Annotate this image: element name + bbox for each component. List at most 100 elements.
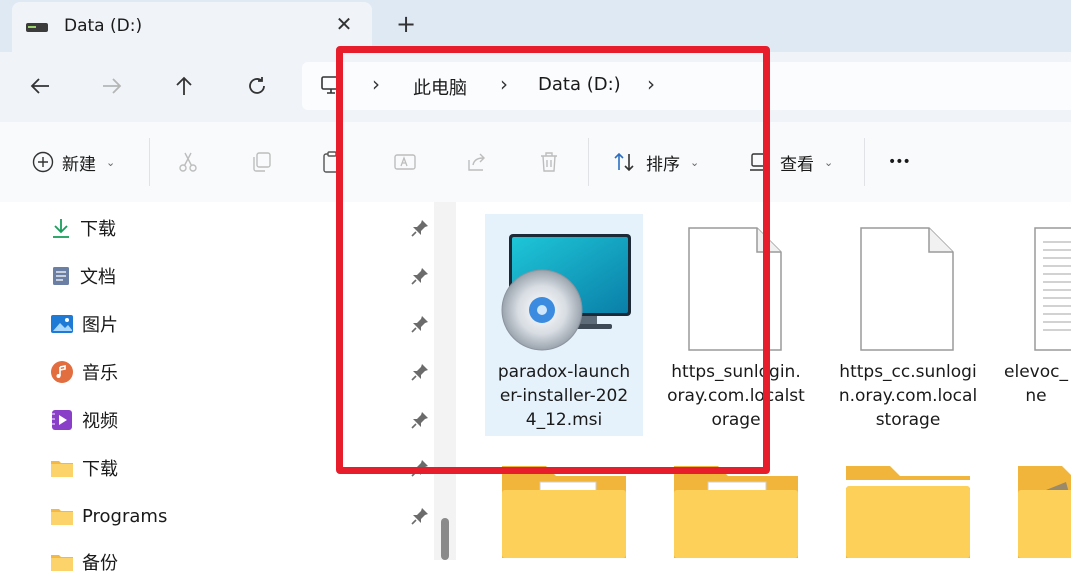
sort-button[interactable]: 排序 ⌄ xyxy=(612,144,699,180)
folder-icon xyxy=(51,509,73,525)
file-name-line: paradox-launch xyxy=(497,362,631,382)
sort-label: 排序 xyxy=(646,154,680,175)
view-icon xyxy=(750,153,770,171)
pin-icon[interactable] xyxy=(410,218,430,238)
chevron-down-icon: ⌄ xyxy=(824,155,834,169)
folder-icon[interactable] xyxy=(672,460,800,560)
new-tab-button[interactable]: + xyxy=(392,10,420,38)
new-button[interactable]: 新建 ⌄ xyxy=(32,144,115,180)
breadcrumb-separator[interactable]: › xyxy=(647,72,655,96)
sidebar-item-label: Programs xyxy=(82,505,168,527)
up-button[interactable] xyxy=(164,66,204,106)
cut-button[interactable] xyxy=(177,144,201,180)
drive-icon xyxy=(26,23,48,32)
this-pc-icon xyxy=(321,76,341,94)
breadcrumb-data-d[interactable]: Data (D:) xyxy=(538,74,621,95)
sidebar-item-label: 图片 xyxy=(82,315,118,336)
folder-icon xyxy=(51,461,73,477)
scrollbar-thumb[interactable] xyxy=(441,518,449,560)
sidebar-scrollbar[interactable] xyxy=(434,202,456,560)
breadcrumb-this-pc[interactable]: 此电脑 xyxy=(413,74,467,100)
new-label: 新建 xyxy=(62,154,96,175)
file-name-line: oray.com.localst xyxy=(667,386,805,406)
close-icon[interactable]: ✕ xyxy=(330,10,358,38)
pin-icon[interactable] xyxy=(410,362,430,382)
share-button[interactable] xyxy=(465,144,489,180)
file-name: paradox-launch er-installer-202 4_12.msi xyxy=(485,360,643,432)
paste-button[interactable] xyxy=(320,144,344,180)
clipboard-icon xyxy=(323,151,341,173)
sidebar-item-programs[interactable]: Programs xyxy=(50,500,167,532)
sidebar-item-label: 下载 xyxy=(80,219,116,240)
delete-button[interactable] xyxy=(537,144,561,180)
forward-arrow-icon xyxy=(103,78,122,94)
chevron-down-icon: ⌄ xyxy=(106,155,116,169)
sidebar-item-videos[interactable]: 视频 xyxy=(50,404,118,436)
sidebar-item-documents[interactable]: 文档 xyxy=(50,260,116,292)
view-button[interactable]: 查看 ⌄ xyxy=(748,144,833,180)
tab-data-d[interactable]: Data (D:) ✕ xyxy=(12,2,372,52)
trash-icon xyxy=(541,152,557,172)
navigation-pane: 下载 文档 图片 音乐 视频 下载 Programs 备份 xyxy=(0,202,434,574)
document-icon xyxy=(53,267,69,285)
file-item-paradox-installer[interactable]: paradox-launch er-installer-202 4_12.msi xyxy=(485,214,643,436)
file-name-line: https_cc.sunlogi xyxy=(839,362,977,382)
file-name-line: elevoc_ xyxy=(1004,362,1068,382)
sidebar-item-downloads-folder[interactable]: 下载 xyxy=(50,452,118,484)
pictures-icon xyxy=(51,315,73,333)
music-icon xyxy=(51,361,73,383)
pin-icon[interactable] xyxy=(410,506,430,526)
pin-icon[interactable] xyxy=(410,314,430,334)
sidebar-item-backup[interactable]: 备份 xyxy=(50,546,118,578)
text-file-icon xyxy=(1034,227,1071,351)
sidebar-item-label: 视频 xyxy=(82,411,118,432)
sidebar-item-label: 下载 xyxy=(82,459,118,480)
download-icon xyxy=(53,219,69,238)
pin-icon[interactable] xyxy=(410,266,430,286)
chevron-down-icon: ⌄ xyxy=(690,155,700,169)
view-label: 查看 xyxy=(780,154,814,175)
rename-button[interactable] xyxy=(393,144,417,180)
video-icon xyxy=(52,410,72,430)
divider xyxy=(864,138,865,186)
sidebar-item-pictures[interactable]: 图片 xyxy=(50,308,118,340)
more-icon: ••• xyxy=(888,154,911,170)
command-bar: 新建 ⌄ 排序 ⌄ 查看 ⌄ ••• xyxy=(0,122,1071,203)
pin-icon[interactable] xyxy=(410,410,430,430)
folder-icon[interactable] xyxy=(844,460,972,560)
folder-icon[interactable] xyxy=(500,460,628,560)
refresh-icon xyxy=(249,77,265,94)
installer-icon xyxy=(501,234,631,351)
copy-button[interactable] xyxy=(249,144,273,180)
sidebar-item-label: 文档 xyxy=(80,267,116,288)
file-name: elevoc_ ne xyxy=(1001,360,1071,408)
sidebar-item-music[interactable]: 音乐 xyxy=(50,356,118,388)
more-options-button[interactable]: ••• xyxy=(888,144,911,180)
file-name-line: n.oray.com.local xyxy=(838,386,978,406)
blank-file-icon xyxy=(688,227,782,351)
back-button[interactable] xyxy=(20,66,60,106)
divider xyxy=(149,138,150,186)
sidebar-item-downloads[interactable]: 下载 xyxy=(50,212,116,244)
file-item-elevoc[interactable]: elevoc_ ne xyxy=(1001,214,1071,436)
divider xyxy=(588,138,589,186)
pin-icon[interactable] xyxy=(410,458,430,478)
forward-button[interactable] xyxy=(92,66,132,106)
rename-icon xyxy=(394,154,416,170)
folder-icon xyxy=(51,555,73,571)
folder-icon[interactable] xyxy=(1016,460,1071,560)
tab-strip: Data (D:) ✕ + xyxy=(0,0,1071,52)
navigation-bar: › 此电脑 › Data (D:) › xyxy=(0,52,1071,122)
breadcrumb-separator[interactable]: › xyxy=(500,72,508,96)
file-item-cc-sunlogin-localstorage[interactable]: https_cc.sunlogi n.oray.com.local storag… xyxy=(829,214,987,436)
blank-file-icon xyxy=(860,227,954,351)
sidebar-item-label: 备份 xyxy=(82,553,118,574)
refresh-button[interactable] xyxy=(237,66,277,106)
file-name-line: 4_12.msi xyxy=(525,410,603,430)
file-item-sunlogin-localstorage[interactable]: https_sunlogin. oray.com.localst orage xyxy=(657,214,815,436)
breadcrumb-separator[interactable]: › xyxy=(372,72,380,96)
sidebar-item-label: 音乐 xyxy=(82,363,118,384)
copy-icon xyxy=(253,152,271,172)
share-icon xyxy=(468,153,485,171)
address-bar[interactable]: › 此电脑 › Data (D:) › xyxy=(302,62,1071,110)
